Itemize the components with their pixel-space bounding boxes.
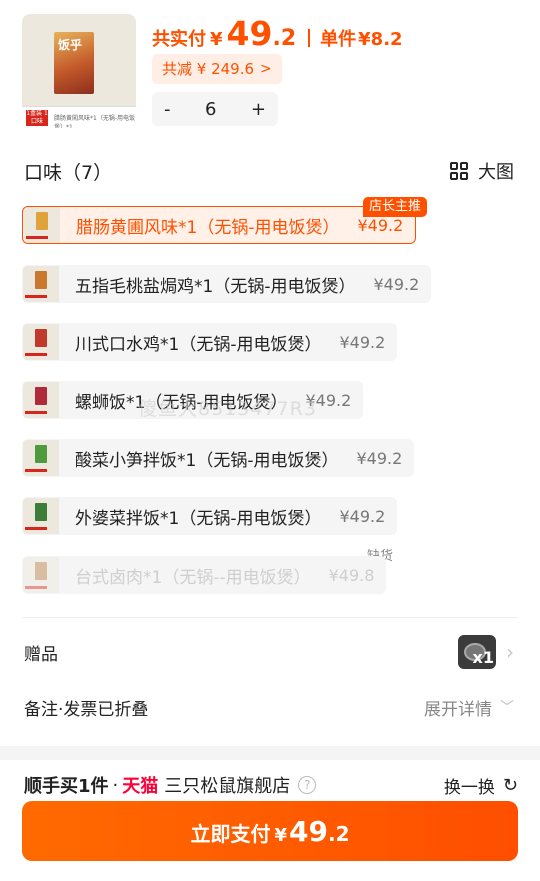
flavor-price: ¥49.2: [356, 448, 403, 468]
flavor-label: 外婆菜拌饭*1（无锅-用电饭煲）: [75, 508, 322, 529]
flavor-price: ¥49.2: [373, 274, 420, 294]
flavor-price: ¥49.2: [339, 506, 386, 526]
flavor-thumbnail: [23, 266, 59, 302]
flavor-option-1[interactable]: 腊肠黄圃风味*1（无锅-用电饭煲） ¥49.2: [22, 206, 417, 244]
quantity-stepper: - 6 +: [152, 92, 278, 126]
pay-amount-dec: .2: [327, 822, 350, 846]
flavor-option-2[interactable]: 五指毛桃盐焗鸡*1（无锅-用电饭煲） ¥49.2: [22, 265, 432, 303]
expand-label: 展开详情: [424, 699, 492, 720]
addon-info: 顺手买1件 · 天猫 三只松鼠旗舰店 ?: [24, 772, 317, 798]
gift-label: 赠品: [24, 644, 58, 665]
total-currency: ¥: [210, 29, 223, 50]
flavor-label: 五指毛桃盐焗鸡*1（无锅-用电饭煲）: [75, 276, 356, 297]
big-view-toggle[interactable]: 大图: [450, 158, 514, 184]
flavor-thumbnail: [23, 498, 59, 534]
flavor-thumbnail: [23, 557, 59, 593]
note-row[interactable]: 备注·发票已折叠 展开详情 ﹀: [24, 691, 514, 723]
decrement-button[interactable]: -: [164, 99, 171, 120]
swap-label: 换一换: [443, 777, 495, 798]
recommend-badge: 店长主推: [363, 197, 428, 217]
pay-label: 立即支付: [190, 822, 271, 846]
section-separator: [0, 746, 540, 760]
price-divider: [308, 29, 311, 47]
flavor-option-7: 台式卤肉*1（无锅--用电饭煲） ¥49.8: [22, 556, 387, 594]
flavor-option-3[interactable]: 川式口水鸡*1（无锅-用电饭煲） ¥49.2: [22, 323, 398, 361]
pay-currency: ¥: [274, 825, 288, 846]
addon-row: 顺手买1件 · 天猫 三只松鼠旗舰店 ? 换一换 ↻: [24, 770, 518, 800]
expand-details-button[interactable]: 展开详情 ﹀: [424, 695, 514, 720]
gift-count: x1: [472, 648, 494, 667]
help-icon[interactable]: ?: [298, 776, 317, 794]
flavor-price: ¥49.2: [357, 215, 404, 235]
flavor-thumbnail: [23, 440, 59, 476]
gift-row[interactable]: 赠品 x1 ›: [24, 635, 514, 669]
addon-dot: ·: [112, 774, 119, 796]
flavor-label: 酸菜小笋拌饭*1（无锅-用电饭煲）: [75, 450, 339, 471]
gift-preview: x1 ›: [458, 635, 514, 669]
product-caption: 腊肠黄闖风味*1（无锅-用电饭煲）*1: [54, 115, 135, 128]
discount-button[interactable]: 共减 ¥ 249.6 >: [152, 54, 282, 84]
flavor-option-5[interactable]: 酸菜小笋拌饭*1（无锅-用电饭煲） ¥49.2: [22, 439, 415, 477]
flavor-label: 腊肠黄圃风味*1（无锅-用电饭煲）: [76, 217, 340, 238]
flavor-price: ¥49.8: [328, 565, 375, 585]
flavor-option-6[interactable]: 外婆菜拌饭*1（无锅-用电饭煲） ¥49.2: [22, 497, 398, 535]
flavor-price: ¥49.2: [339, 332, 386, 352]
increment-button[interactable]: +: [251, 99, 266, 120]
product-image[interactable]: 饭乎 1盒装 1口味 腊肠黄闖风味*1（无锅-用电饭煲）*1: [22, 14, 136, 128]
chevron-down-icon: ﹀: [500, 700, 514, 716]
unit-price: ¥8.2: [358, 29, 403, 50]
total-price-dec: .2: [272, 26, 297, 51]
product-tag: 1盒装 1口味: [26, 110, 48, 126]
product-label-strip: 1盒装 1口味 腊肠黄闖风味*1（无锅-用电饭煲）*1: [22, 106, 136, 128]
flavor-thumbnail: [23, 382, 59, 418]
big-view-label: 大图: [478, 162, 514, 183]
pay-amount-int: 49: [289, 815, 328, 848]
swap-button[interactable]: 换一换 ↻: [444, 773, 518, 798]
flavor-thumbnail: [24, 207, 60, 243]
refresh-icon: ↻: [502, 774, 518, 796]
total-label: 共实付: [152, 29, 206, 50]
gift-image: x1: [458, 635, 496, 669]
tmall-label: 天猫: [122, 776, 159, 797]
flavor-thumbnail: [23, 324, 59, 360]
pay-now-button[interactable]: 立即支付 ¥ 49 .2: [22, 801, 518, 861]
chevron-right-icon: ›: [506, 640, 514, 664]
flavor-title: 口味（7）: [24, 162, 113, 184]
unit-label: 单件: [320, 29, 357, 50]
watermark: 傻鱼大8513477R3: [138, 398, 317, 420]
total-price-int: 49: [226, 14, 273, 53]
flavor-label: 川式口水鸡*1（无锅-用电饭煲）: [75, 334, 322, 355]
chevron-right-icon: >: [260, 61, 272, 77]
shop-name[interactable]: 三只松鼠旗舰店: [164, 772, 290, 798]
discount-text: 共减 ¥ 249.6: [162, 60, 255, 78]
product-cover-title: 饭乎: [58, 38, 83, 52]
quantity-value[interactable]: 6: [205, 99, 216, 120]
flavor-label: 台式卤肉*1（无锅--用电饭煲）: [75, 567, 311, 588]
note-label: 备注·发票已折叠: [24, 699, 149, 720]
price-line: 共实付 ¥ 49 .2 单件 ¥8.2: [152, 14, 403, 54]
addon-buy-label: 顺手买1件: [24, 776, 109, 797]
grid-icon: [450, 162, 468, 180]
divider: [22, 617, 518, 618]
